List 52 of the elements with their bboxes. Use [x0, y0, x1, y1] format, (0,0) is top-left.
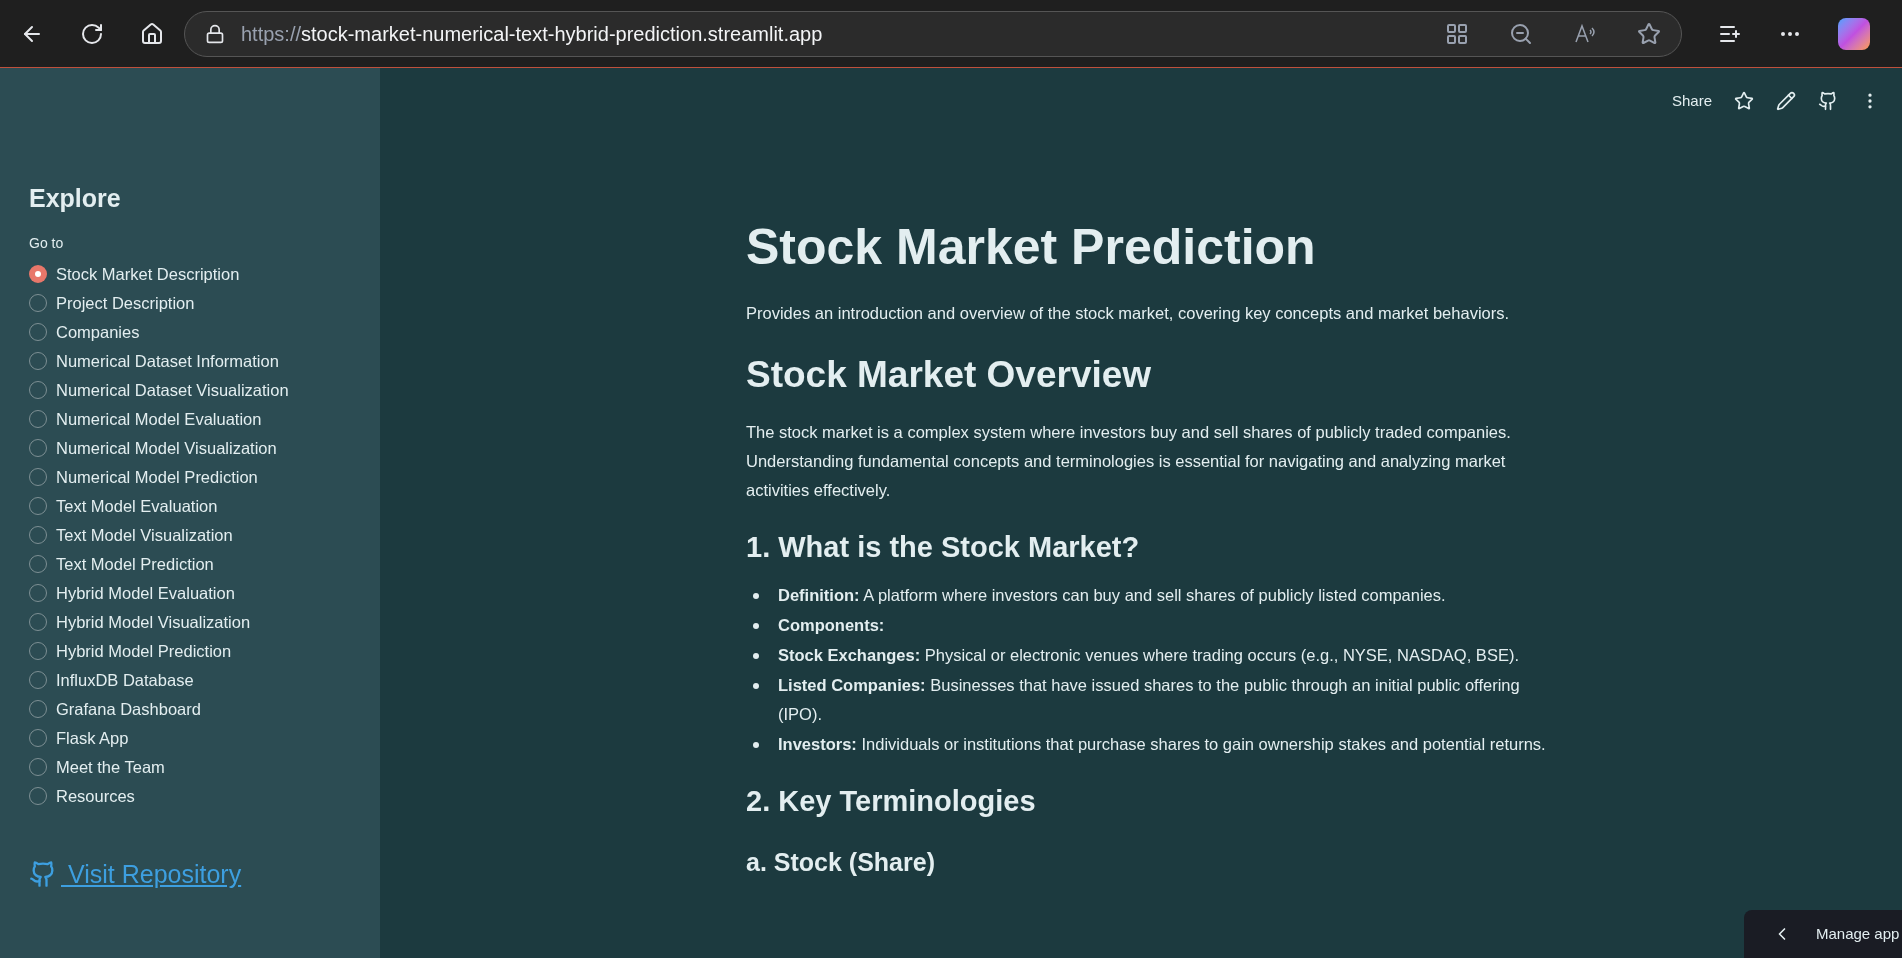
list-item: Definition: A platform where investors can buy and sell shares of publicly listed companies.	[778, 585, 1446, 606]
paragraph: The stock market is a complex system where investors buy and sell shares of publicly traded companies. Understanding fundamental concepts and terminologies is essential for navigating and analyzing market activities effectively.	[746, 421, 1512, 501]
bullet-icon	[753, 653, 759, 659]
radio-group-label: Go to	[29, 233, 65, 253]
share-button[interactable]: Share	[1671, 90, 1712, 113]
radio-option[interactable]: Numerical Dataset Information	[29, 346, 380, 376]
radio-option[interactable]: Text Model Visualization	[29, 520, 380, 550]
radio-option[interactable]: Grafana Dashboard	[29, 694, 380, 724]
radio-option[interactable]: Numerical Model Prediction	[29, 462, 380, 492]
radio-option[interactable]: Flask App	[29, 723, 380, 753]
reload-icon[interactable]	[80, 21, 104, 46]
radio-option[interactable]: Hybrid Model Prediction	[29, 636, 380, 666]
sidebar-title: Explore	[29, 183, 122, 214]
list-item: Components:	[778, 615, 885, 636]
home-icon[interactable]	[140, 21, 164, 46]
radio-option[interactable]: Numerical Model Evaluation	[29, 404, 380, 434]
radio-option[interactable]: Hybrid Model Evaluation	[29, 578, 380, 608]
subsection-heading: 1. What is the Stock Market?	[746, 529, 1141, 565]
manage-app-button[interactable]: Manage app	[1744, 910, 1902, 958]
radio-option[interactable]: Companies	[29, 317, 380, 347]
favorite-icon[interactable]	[1637, 21, 1661, 46]
edit-icon[interactable]	[1776, 91, 1796, 112]
subsection-heading: a. Stock (Share)	[746, 847, 936, 879]
radio-option[interactable]: Resources	[29, 781, 380, 811]
page-title: Stock Market Prediction	[746, 218, 1317, 277]
section-heading: Stock Market Overview	[746, 352, 1153, 397]
paragraph: Provides an introduction and overview of the stock market, covering key concepts and market behaviors.	[746, 302, 1511, 324]
list-item: Stock Exchanges: Physical or electronic venues where trading occurs (e.g., NYSE, NASDAQ, BSE).	[778, 645, 1519, 666]
bullet-icon	[753, 683, 759, 689]
radio-option[interactable]: Numerical Dataset Visualization	[29, 375, 380, 405]
github-icon[interactable]	[1818, 91, 1838, 112]
radio-option[interactable]: Numerical Model Visualization	[29, 433, 380, 463]
list-item: Listed Companies: Businesses that have issued shares to the public through an initial public offering (IPO).	[778, 675, 1521, 725]
bullet-icon	[753, 742, 759, 748]
radio-icon	[29, 265, 47, 283]
lock-icon	[205, 23, 225, 44]
radio-option[interactable]: Text Model Prediction	[29, 549, 380, 579]
radio-option[interactable]: Stock Market Description	[29, 259, 380, 289]
radio-option[interactable]: InfluxDB Database	[29, 665, 380, 695]
subsection-heading: 2. Key Terminologies	[746, 784, 1037, 819]
address-bar[interactable]: https://stock-market-numerical-text-hybrid-prediction.streamlit.app	[184, 10, 1682, 57]
zoom-out-icon[interactable]	[1509, 21, 1533, 46]
apps-icon[interactable]	[1445, 21, 1469, 46]
radio-option[interactable]: Text Model Evaluation	[29, 491, 380, 521]
radio-option[interactable]: Hybrid Model Visualization	[29, 607, 380, 637]
star-icon[interactable]	[1734, 91, 1754, 112]
radio-option[interactable]: Project Description	[29, 288, 380, 318]
bullet-icon	[753, 593, 759, 599]
radio-option[interactable]: Meet the Team	[29, 752, 380, 782]
url-text: https://stock-market-numerical-text-hybrid-prediction.streamlit.app	[241, 21, 823, 47]
list-item: Investors: Individuals or institutions that purchase shares to gain ownership stakes and potential returns.	[778, 734, 1546, 755]
bullet-icon	[753, 623, 759, 629]
